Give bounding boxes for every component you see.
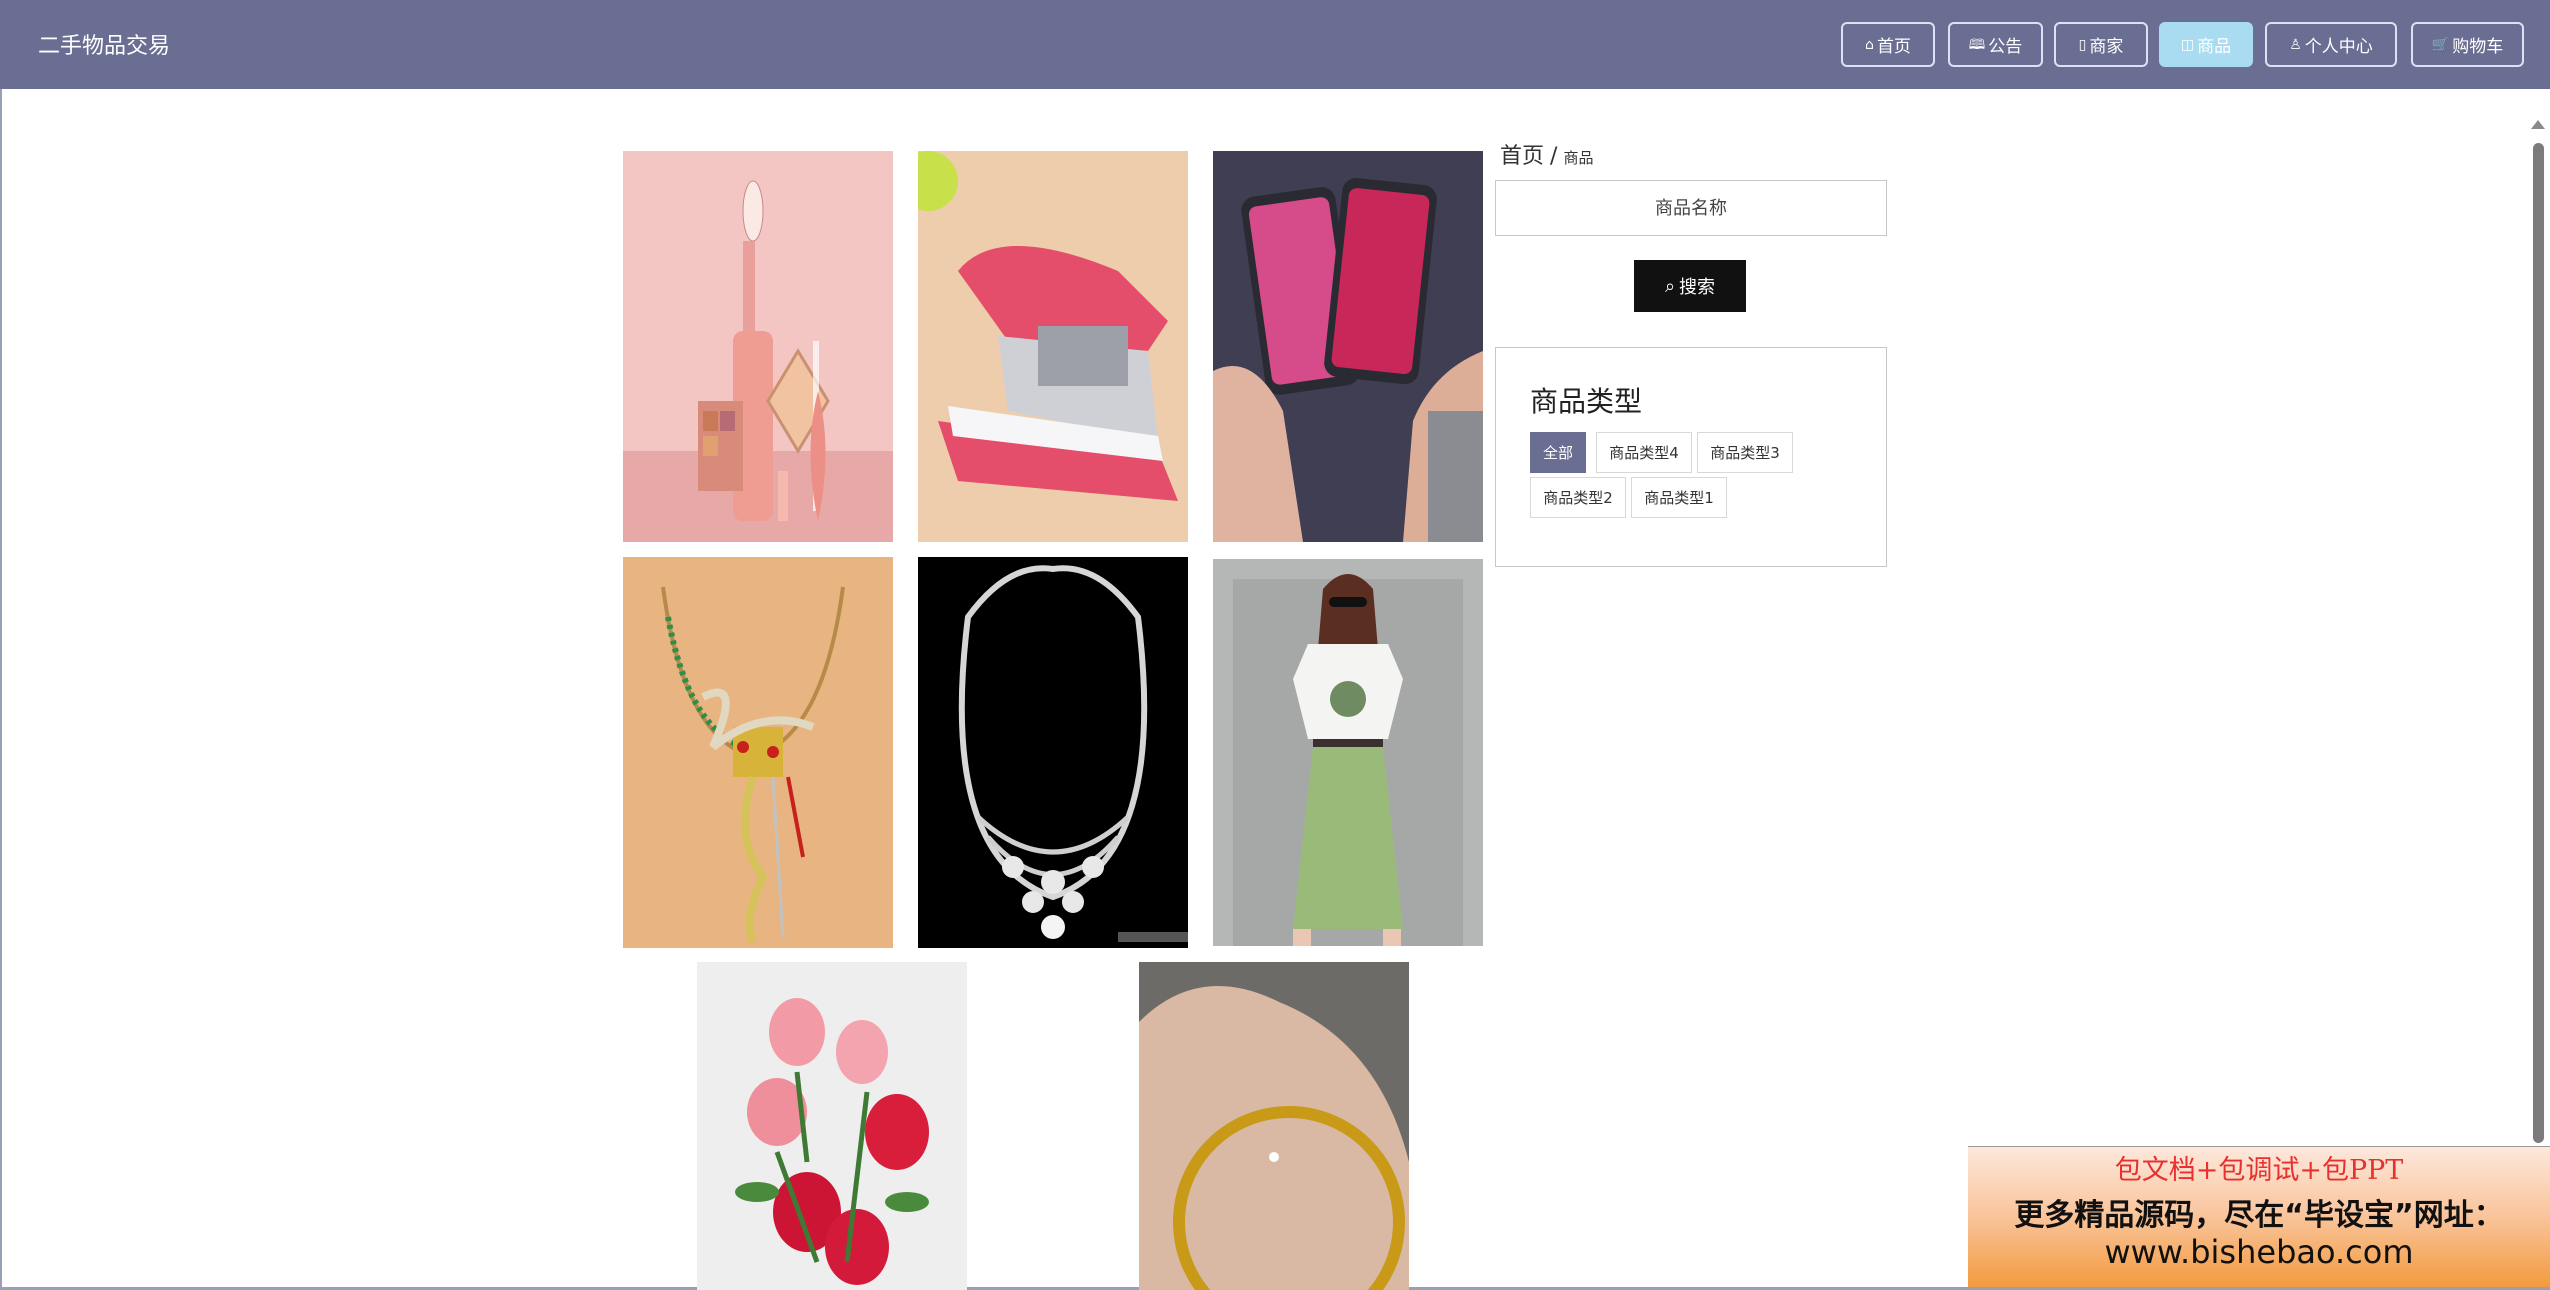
product-image-cosmetics [623,151,893,542]
category-chip-type4[interactable]: 商品类型4 [1596,432,1692,473]
scrollbar-thumb[interactable] [2533,143,2544,1143]
user-icon: ♙ [2289,36,2302,53]
product-card-outfit[interactable] [1213,559,1483,946]
product-image-outfit [1213,559,1483,946]
nav-home[interactable]: ⌂ 首页 [1841,22,1935,67]
product-image-smartphones [1213,151,1483,542]
nav-notice[interactable]: 🕮 公告 [1948,22,2043,67]
product-image-stapler [918,151,1188,542]
scroll-up-arrow-icon[interactable] [2531,120,2545,129]
bookmark-icon: ▯ [2078,36,2087,53]
product-name-search-input[interactable] [1495,180,1887,236]
search-button-label: 搜索 [1679,277,1716,298]
product-card-stapler[interactable] [918,151,1188,542]
window-left-edge [0,89,2,1290]
cart-icon: 🛒 [2431,36,2450,53]
product-image-gold-bangle [1139,962,1409,1290]
nav-notice-label: 公告 [1988,37,2023,57]
breadcrumb-home[interactable]: 首页 [1500,144,1544,169]
product-card-roses[interactable] [697,962,967,1290]
nav-home-label: 首页 [1876,37,1911,57]
search-icon: ⌕ [1664,275,1676,297]
product-image-diamond-necklace [918,557,1188,948]
product-icon: ◫ [2180,36,2195,53]
category-title: 商品类型 [1530,385,1643,418]
product-card-smartphones[interactable] [1213,151,1483,542]
nav-merchant[interactable]: ▯ 商家 [2054,22,2148,67]
breadcrumb-separator: / [1550,144,1558,169]
product-card-jeweled-necklace[interactable] [623,557,893,948]
product-card-cosmetics[interactable] [623,151,893,542]
home-icon: ⌂ [1865,36,1874,53]
book-icon: 🕮 [1968,36,1986,53]
nav-personal-center-label: 个人中心 [2304,37,2373,57]
search-button[interactable]: ⌕ 搜索 [1634,260,1746,312]
nav-cart-label: 购物车 [2452,37,2504,57]
nav-merchant-label: 商家 [2089,37,2124,57]
category-chip-type2[interactable]: 商品类型2 [1530,477,1626,518]
product-image-jeweled-necklace [623,557,893,948]
product-image-roses [697,962,967,1290]
product-card-gold-bangle[interactable] [1139,962,1409,1290]
breadcrumb: 首页 / 商品 [1500,138,1593,170]
ad-line-promo: 更多精品源码，尽在“毕设宝”网址： [2014,1198,2504,1233]
category-chip-all[interactable]: 全部 [1530,432,1586,473]
ad-line-url[interactable]: www.bishebao.com [1968,1233,2550,1271]
nav-products-label: 商品 [2197,37,2232,57]
category-chip-type3[interactable]: 商品类型3 [1697,432,1793,473]
nav-personal-center[interactable]: ♙ 个人中心 [2265,22,2397,67]
ad-line-offer: 包文档+包调试+包PPT [2114,1155,2404,1186]
category-chip-type1[interactable]: 商品类型1 [1631,477,1727,518]
breadcrumb-current: 商品 [1563,149,1594,167]
nav-cart[interactable]: 🛒 购物车 [2411,22,2524,67]
site-brand[interactable]: 二手物品交易 [38,28,170,60]
product-card-diamond-necklace[interactable] [918,557,1188,948]
nav-products[interactable]: ◫ 商品 [2159,22,2253,67]
